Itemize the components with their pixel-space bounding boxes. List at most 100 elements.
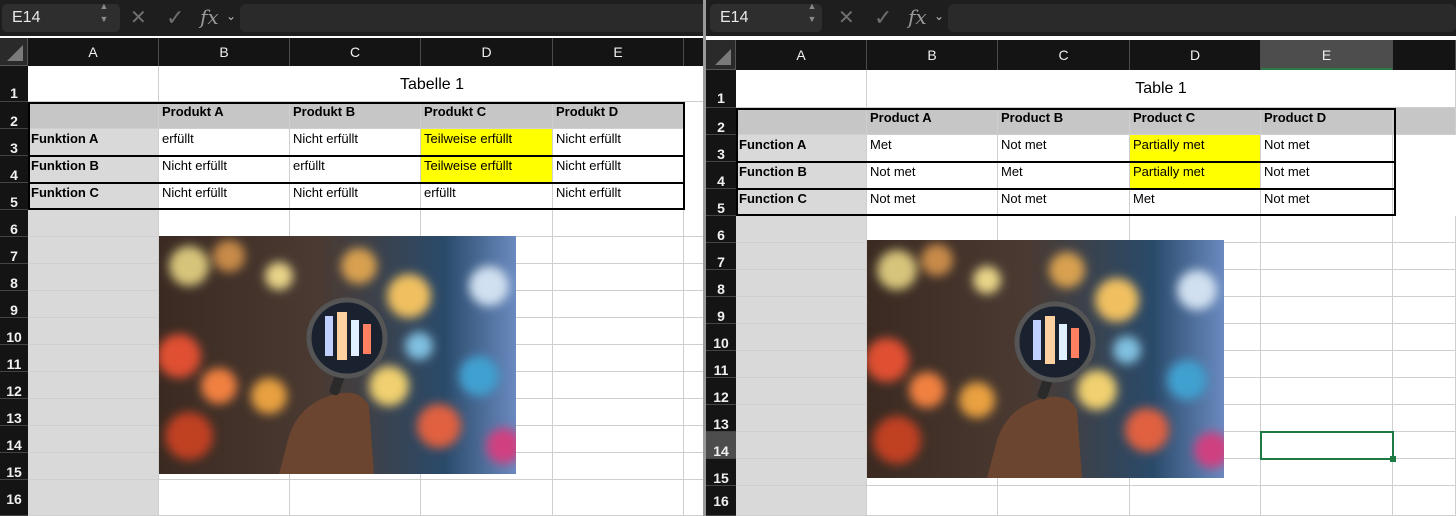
row-label[interactable]: Function C: [736, 189, 867, 216]
grid-cell[interactable]: [553, 399, 684, 426]
table-cell[interactable]: Nicht erfüllt: [553, 129, 684, 156]
grid-cell[interactable]: [1393, 297, 1456, 324]
cell-f2[interactable]: [1393, 108, 1456, 135]
grid-cell[interactable]: [28, 264, 159, 291]
table-cell[interactable]: erfüllt: [290, 156, 421, 183]
grid-cell[interactable]: [1261, 405, 1393, 432]
cell-a1[interactable]: [736, 70, 867, 108]
table-cell-highlighted[interactable]: Partially met: [1130, 162, 1261, 189]
table-cell[interactable]: Met: [867, 135, 998, 162]
grid-cell[interactable]: [1393, 459, 1456, 486]
grid-cell[interactable]: [736, 432, 867, 459]
grid-cell[interactable]: [1393, 378, 1456, 405]
grid-cell[interactable]: [736, 297, 867, 324]
row-header-10[interactable]: 10: [706, 324, 736, 351]
grid-cell[interactable]: [1261, 243, 1393, 270]
grid-cell[interactable]: [421, 480, 553, 516]
table-cell-highlighted[interactable]: Teilweise erfüllt: [421, 156, 553, 183]
row-label[interactable]: Function B: [736, 162, 867, 189]
table-header[interactable]: Produkt D: [553, 102, 684, 129]
grid-cell[interactable]: [736, 351, 867, 378]
table-header[interactable]: Product C: [1130, 108, 1261, 135]
row-label[interactable]: Funktion A: [28, 129, 159, 156]
grid-cell[interactable]: [290, 480, 421, 516]
row-header-1[interactable]: 1: [706, 70, 736, 108]
row-header-9[interactable]: 9: [706, 297, 736, 324]
grid-cell[interactable]: [28, 345, 159, 372]
grid-cell[interactable]: [28, 399, 159, 426]
select-all-corner[interactable]: [0, 38, 28, 66]
row-header-1[interactable]: 1: [0, 66, 28, 102]
grid-cell[interactable]: [28, 318, 159, 345]
table-cell[interactable]: Not met: [998, 135, 1130, 162]
check-icon[interactable]: ✓: [874, 5, 892, 31]
grid-cell[interactable]: [1261, 297, 1393, 324]
table-cell[interactable]: Not met: [998, 189, 1130, 216]
chevron-down-icon[interactable]: ▼: [806, 15, 818, 24]
column-header-a[interactable]: A: [736, 40, 867, 70]
grid-cell[interactable]: [553, 453, 684, 480]
grid-cell[interactable]: [867, 486, 998, 516]
grid-cell[interactable]: [736, 243, 867, 270]
bokeh-photo[interactable]: [867, 240, 1224, 478]
table-title[interactable]: Table 1: [867, 70, 1456, 108]
row-label[interactable]: Funktion B: [28, 156, 159, 183]
row-header-8[interactable]: 8: [706, 270, 736, 297]
row-header-8[interactable]: 8: [0, 264, 28, 291]
table-cell[interactable]: Not met: [1261, 162, 1393, 189]
table-cell[interactable]: Nicht erfüllt: [290, 183, 421, 210]
column-header-d[interactable]: D: [421, 38, 553, 66]
table-cell[interactable]: Not met: [867, 162, 998, 189]
row-header-11[interactable]: 11: [706, 351, 736, 378]
formula-input[interactable]: [240, 4, 706, 32]
fx-icon[interactable]: fx: [908, 4, 927, 30]
grid-cell[interactable]: [553, 237, 684, 264]
table-cell[interactable]: erfüllt: [421, 183, 553, 210]
grid-cell[interactable]: [736, 216, 867, 243]
grid-cell[interactable]: [1261, 486, 1393, 516]
grid-cell[interactable]: [998, 216, 1130, 243]
grid-cell[interactable]: [1261, 459, 1393, 486]
formula-input[interactable]: [948, 4, 1456, 32]
cell-a2[interactable]: [28, 102, 159, 129]
table-header[interactable]: Produkt B: [290, 102, 421, 129]
row-header-3[interactable]: 3: [0, 129, 28, 156]
row-header-9[interactable]: 9: [0, 291, 28, 318]
table-cell[interactable]: Met: [998, 162, 1130, 189]
table-header[interactable]: Produkt A: [159, 102, 290, 129]
table-cell-highlighted[interactable]: Partially met: [1130, 135, 1261, 162]
table-header[interactable]: Product B: [998, 108, 1130, 135]
row-header-13[interactable]: 13: [0, 399, 28, 426]
grid-cell[interactable]: [736, 486, 867, 516]
column-header-e[interactable]: E: [1261, 40, 1393, 70]
close-icon[interactable]: ✕: [130, 5, 147, 31]
name-box-stepper[interactable]: ▲ ▼: [806, 2, 818, 24]
grid-cell[interactable]: [28, 426, 159, 453]
column-header-f[interactable]: [1393, 40, 1456, 70]
chevron-down-icon[interactable]: ▼: [98, 15, 110, 24]
grid-cell[interactable]: [553, 372, 684, 399]
grid-cell[interactable]: [1130, 486, 1261, 516]
table-cell[interactable]: Not met: [1261, 189, 1393, 216]
grid-cell[interactable]: [736, 270, 867, 297]
column-header-b[interactable]: B: [159, 38, 290, 66]
grid-cell[interactable]: [1130, 216, 1261, 243]
row-header-3[interactable]: 3: [706, 135, 736, 162]
grid-cell[interactable]: [553, 210, 684, 237]
name-box-stepper[interactable]: ▲ ▼: [98, 2, 110, 24]
row-header-13[interactable]: 13: [706, 405, 736, 432]
column-header-e[interactable]: E: [553, 38, 684, 66]
table-cell[interactable]: Nicht erfüllt: [290, 129, 421, 156]
row-header-15[interactable]: 15: [706, 459, 736, 486]
grid-cell[interactable]: [1393, 351, 1456, 378]
fx-icon[interactable]: fx: [200, 4, 219, 30]
check-icon[interactable]: ✓: [166, 5, 184, 31]
grid-cell[interactable]: [1393, 486, 1456, 516]
row-label[interactable]: Function A: [736, 135, 867, 162]
table-header[interactable]: Product A: [867, 108, 998, 135]
column-header-a[interactable]: A: [28, 38, 159, 66]
row-header-14[interactable]: 14: [0, 426, 28, 453]
row-header-12[interactable]: 12: [706, 378, 736, 405]
grid-cell[interactable]: [1261, 216, 1393, 243]
grid-cell[interactable]: [28, 372, 159, 399]
